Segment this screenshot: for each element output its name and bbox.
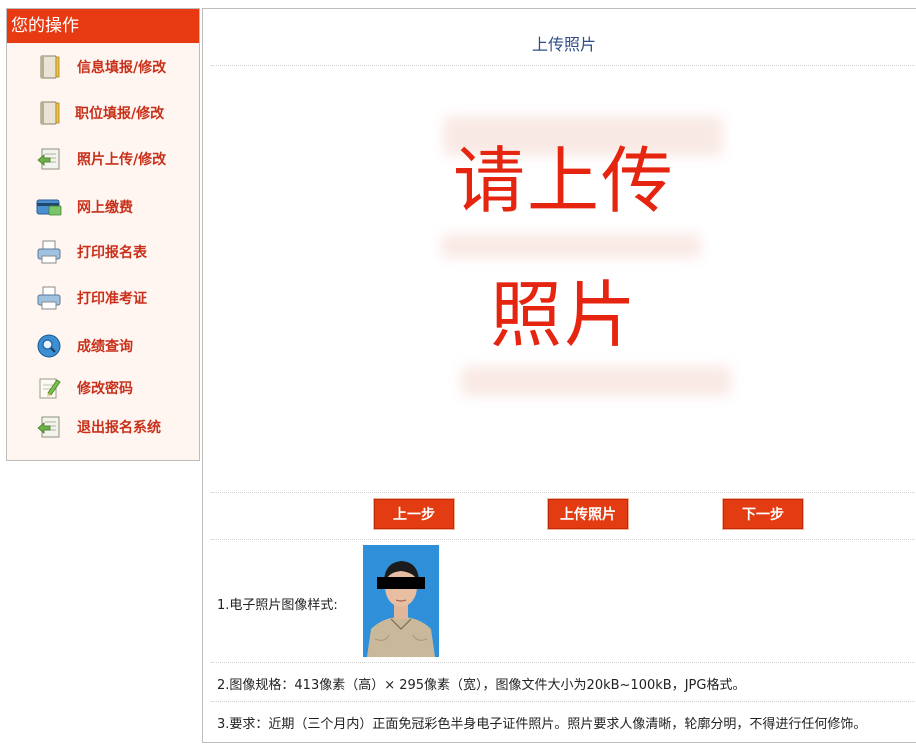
sidebar-item-label: 照片上传/修改 <box>77 152 167 168</box>
spec-row: 2.图像规格：413像素（高）× 295像素（宽），图像文件大小为20kB~10… <box>211 663 916 702</box>
prev-step-button[interactable]: 上一步 <box>373 498 455 530</box>
exit-icon <box>37 416 60 438</box>
requirement-row: 3.要求：近期（三个月内）正面免冠彩色半身电子证件照片。照片要求人像清晰，轮廓分… <box>211 702 916 742</box>
sidebar-item-label: 职位填报/修改 <box>75 106 165 122</box>
button-row: 上一步 上传照片 下一步 <box>211 493 916 540</box>
upload-photo-button[interactable]: 上传照片 <box>547 498 629 530</box>
sidebar-item-label: 成绩查询 <box>77 339 133 355</box>
sidebar-item-position-edit[interactable]: 职位填报/修改 <box>7 93 199 133</box>
sidebar-item-label: 打印准考证 <box>77 291 147 307</box>
payment-card-icon <box>36 199 62 216</box>
printer-icon <box>37 286 61 310</box>
notebook-icon <box>40 101 60 125</box>
sidebar-item-online-payment[interactable]: 网上缴费 <box>7 187 199 227</box>
sidebar-item-print-form[interactable]: 打印报名表 <box>7 232 199 272</box>
sidebar-item-info-edit[interactable]: 信息填报/修改 <box>7 47 199 87</box>
sidebar-item-label: 信息填报/修改 <box>77 60 167 76</box>
magnifier-icon <box>37 334 61 358</box>
main-panel: 上传照片 请上传 照片 上一步 上传照片 下一步 1.电子照片图像样式: 2.图… <box>202 8 916 743</box>
sample-row: 1.电子照片图像样式: <box>211 540 916 663</box>
faint-smudge <box>441 234 701 258</box>
requirement-text: 3.要求：近期（三个月内）正面免冠彩色半身电子证件照片。照片要求人像清晰，轮廓分… <box>217 717 867 732</box>
sidebar-item-photo-upload[interactable]: 照片上传/修改 <box>7 139 199 179</box>
pencil-note-icon <box>39 378 61 399</box>
faint-smudge <box>461 366 731 396</box>
sidebar-item-logout[interactable]: 退出报名系统 <box>7 407 199 447</box>
sidebar-item-label: 网上缴费 <box>77 200 133 216</box>
sidebar-item-label: 打印报名表 <box>77 245 147 261</box>
printer-icon <box>37 240 61 264</box>
page-title: 上传照片 <box>211 25 916 66</box>
document-back-icon <box>37 148 60 170</box>
placeholder-line-1: 请上传 <box>452 139 675 223</box>
spec-text: 2.图像规格：413像素（高）× 295像素（宽），图像文件大小为20kB~10… <box>217 678 746 693</box>
sidebar-item-print-admission[interactable]: 打印准考证 <box>7 278 199 318</box>
placeholder-line-2: 照片 <box>489 273 638 357</box>
sample-label: 1.电子照片图像样式: <box>217 598 338 613</box>
sidebar-item-label: 退出报名系统 <box>77 420 161 436</box>
sample-id-photo <box>363 545 439 657</box>
sidebar: 您的操作 信息填报/修改 职位填报/修改 照片上传/修改 网上缴费 打印报名表 … <box>6 8 200 461</box>
photo-preview[interactable]: 请上传 照片 <box>211 66 916 493</box>
sidebar-item-label: 修改密码 <box>77 381 133 397</box>
next-step-button[interactable]: 下一步 <box>722 498 804 530</box>
sidebar-item-change-password[interactable]: 修改密码 <box>7 368 199 408</box>
sidebar-title: 您的操作 <box>7 9 199 43</box>
notebook-icon <box>40 55 60 79</box>
sidebar-item-score-query[interactable]: 成绩查询 <box>7 326 199 366</box>
